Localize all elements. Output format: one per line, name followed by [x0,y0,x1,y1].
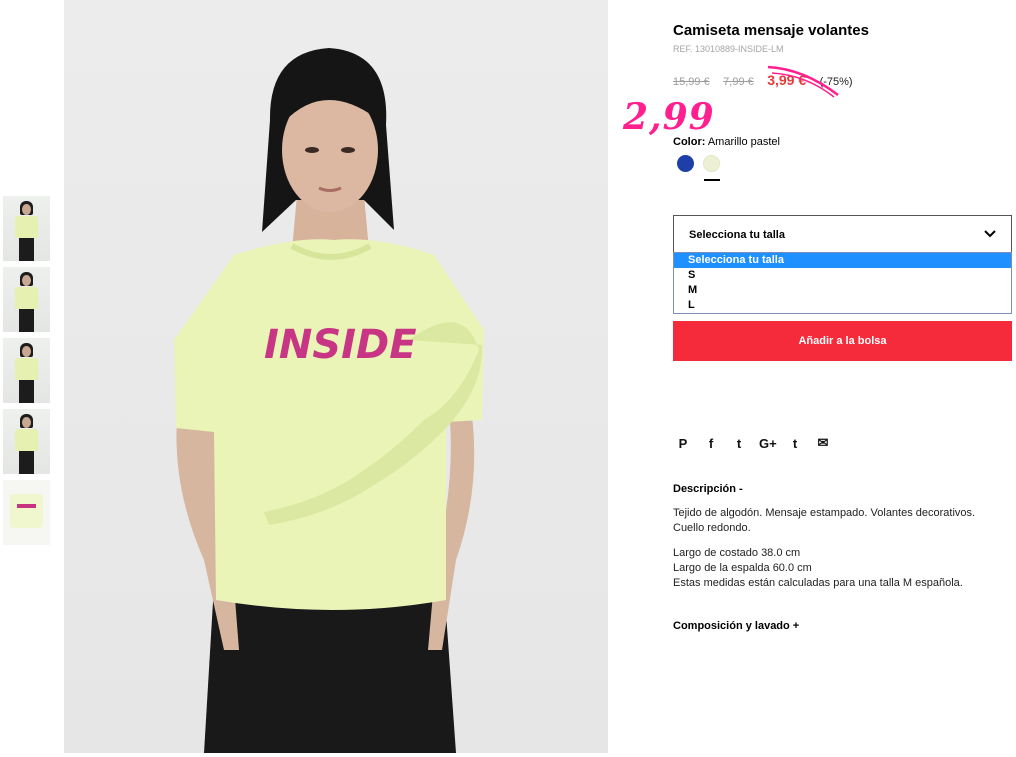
twitter-icon[interactable]: t [731,436,747,451]
tumblr-icon[interactable]: t [787,436,803,451]
thumb-figure-legs [19,238,34,261]
selected-swatch-indicator [704,179,720,181]
add-to-bag-button[interactable]: Añadir a la bolsa [673,321,1012,361]
thumbnail-4[interactable] [3,409,50,474]
thumbnail-5[interactable] [3,480,50,545]
chevron-down-icon [984,230,996,238]
thumb-figure-legs [19,451,34,474]
description-text: Tejido de algodón. Mensaje estampado. Vo… [673,507,976,534]
thumb-figure-shirt [15,287,38,309]
thumbnail-2[interactable] [3,267,50,332]
size-option-l[interactable]: L [674,298,1011,313]
composition-heading[interactable]: Composición y lavado + [673,620,799,632]
facebook-icon[interactable]: f [703,436,719,451]
product-title: Camiseta mensaje volantes [673,22,869,39]
measure-note: Estas medidas están calculadas para una … [673,577,963,589]
measure-back-length: Largo de la espalda 60.0 cm [673,562,812,574]
size-option-m[interactable]: M [674,283,1011,298]
social-share-bar: P f t G+ t ✉ [675,435,831,451]
product-reference: REF. 13010889-INSIDE-LM [673,44,784,54]
thumb-figure-legs [19,380,34,403]
thumbnail-strip [3,196,50,551]
color-swatch-blue[interactable] [677,155,694,172]
size-select-value: Selecciona tu talla [689,229,785,241]
thumb-figure-shirt [15,216,38,238]
google-plus-icon[interactable]: G+ [759,436,777,451]
thumb-figure-legs [19,309,34,332]
price-strike-annotation [767,65,839,98]
thumb-figure-shirt [15,358,38,380]
description-heading[interactable]: Descripción - [673,483,743,495]
thumb-figure-head [22,275,31,286]
thumb-figure-head [22,346,31,357]
thumbnail-3[interactable] [3,338,50,403]
thumb-figure-shirt [15,429,38,451]
model-illustration: INSIDE [174,48,484,753]
original-price: 15,99 € [673,76,710,88]
thumb-flat-shirt [10,494,43,528]
size-select[interactable]: Selecciona tu talla [673,215,1012,253]
previous-price: 7,99 € [723,76,754,88]
color-row: Color: Amarillo pastel [673,136,780,148]
email-icon[interactable]: ✉ [815,435,831,451]
size-option-placeholder[interactable]: Selecciona tu talla [674,253,1011,268]
thumb-flat-print [17,504,36,508]
annotated-new-price: 2,99 [623,96,715,138]
size-option-s[interactable]: S [674,268,1011,283]
thumb-figure-head [22,417,31,428]
thumbnail-1[interactable] [3,196,50,261]
color-label: Color: [673,136,706,148]
product-main-image[interactable]: INSIDE [64,0,608,753]
pinterest-icon[interactable]: P [675,436,691,451]
color-value: Amarillo pastel [707,136,780,148]
measure-side-length: Largo de costado 38.0 cm [673,547,801,559]
color-swatch-amarillo-pastel[interactable] [703,155,720,172]
thumb-figure-head [22,204,31,215]
shirt-print-text: INSIDE [264,322,417,368]
size-dropdown-list: Selecciona tu talla S M L [673,252,1012,314]
